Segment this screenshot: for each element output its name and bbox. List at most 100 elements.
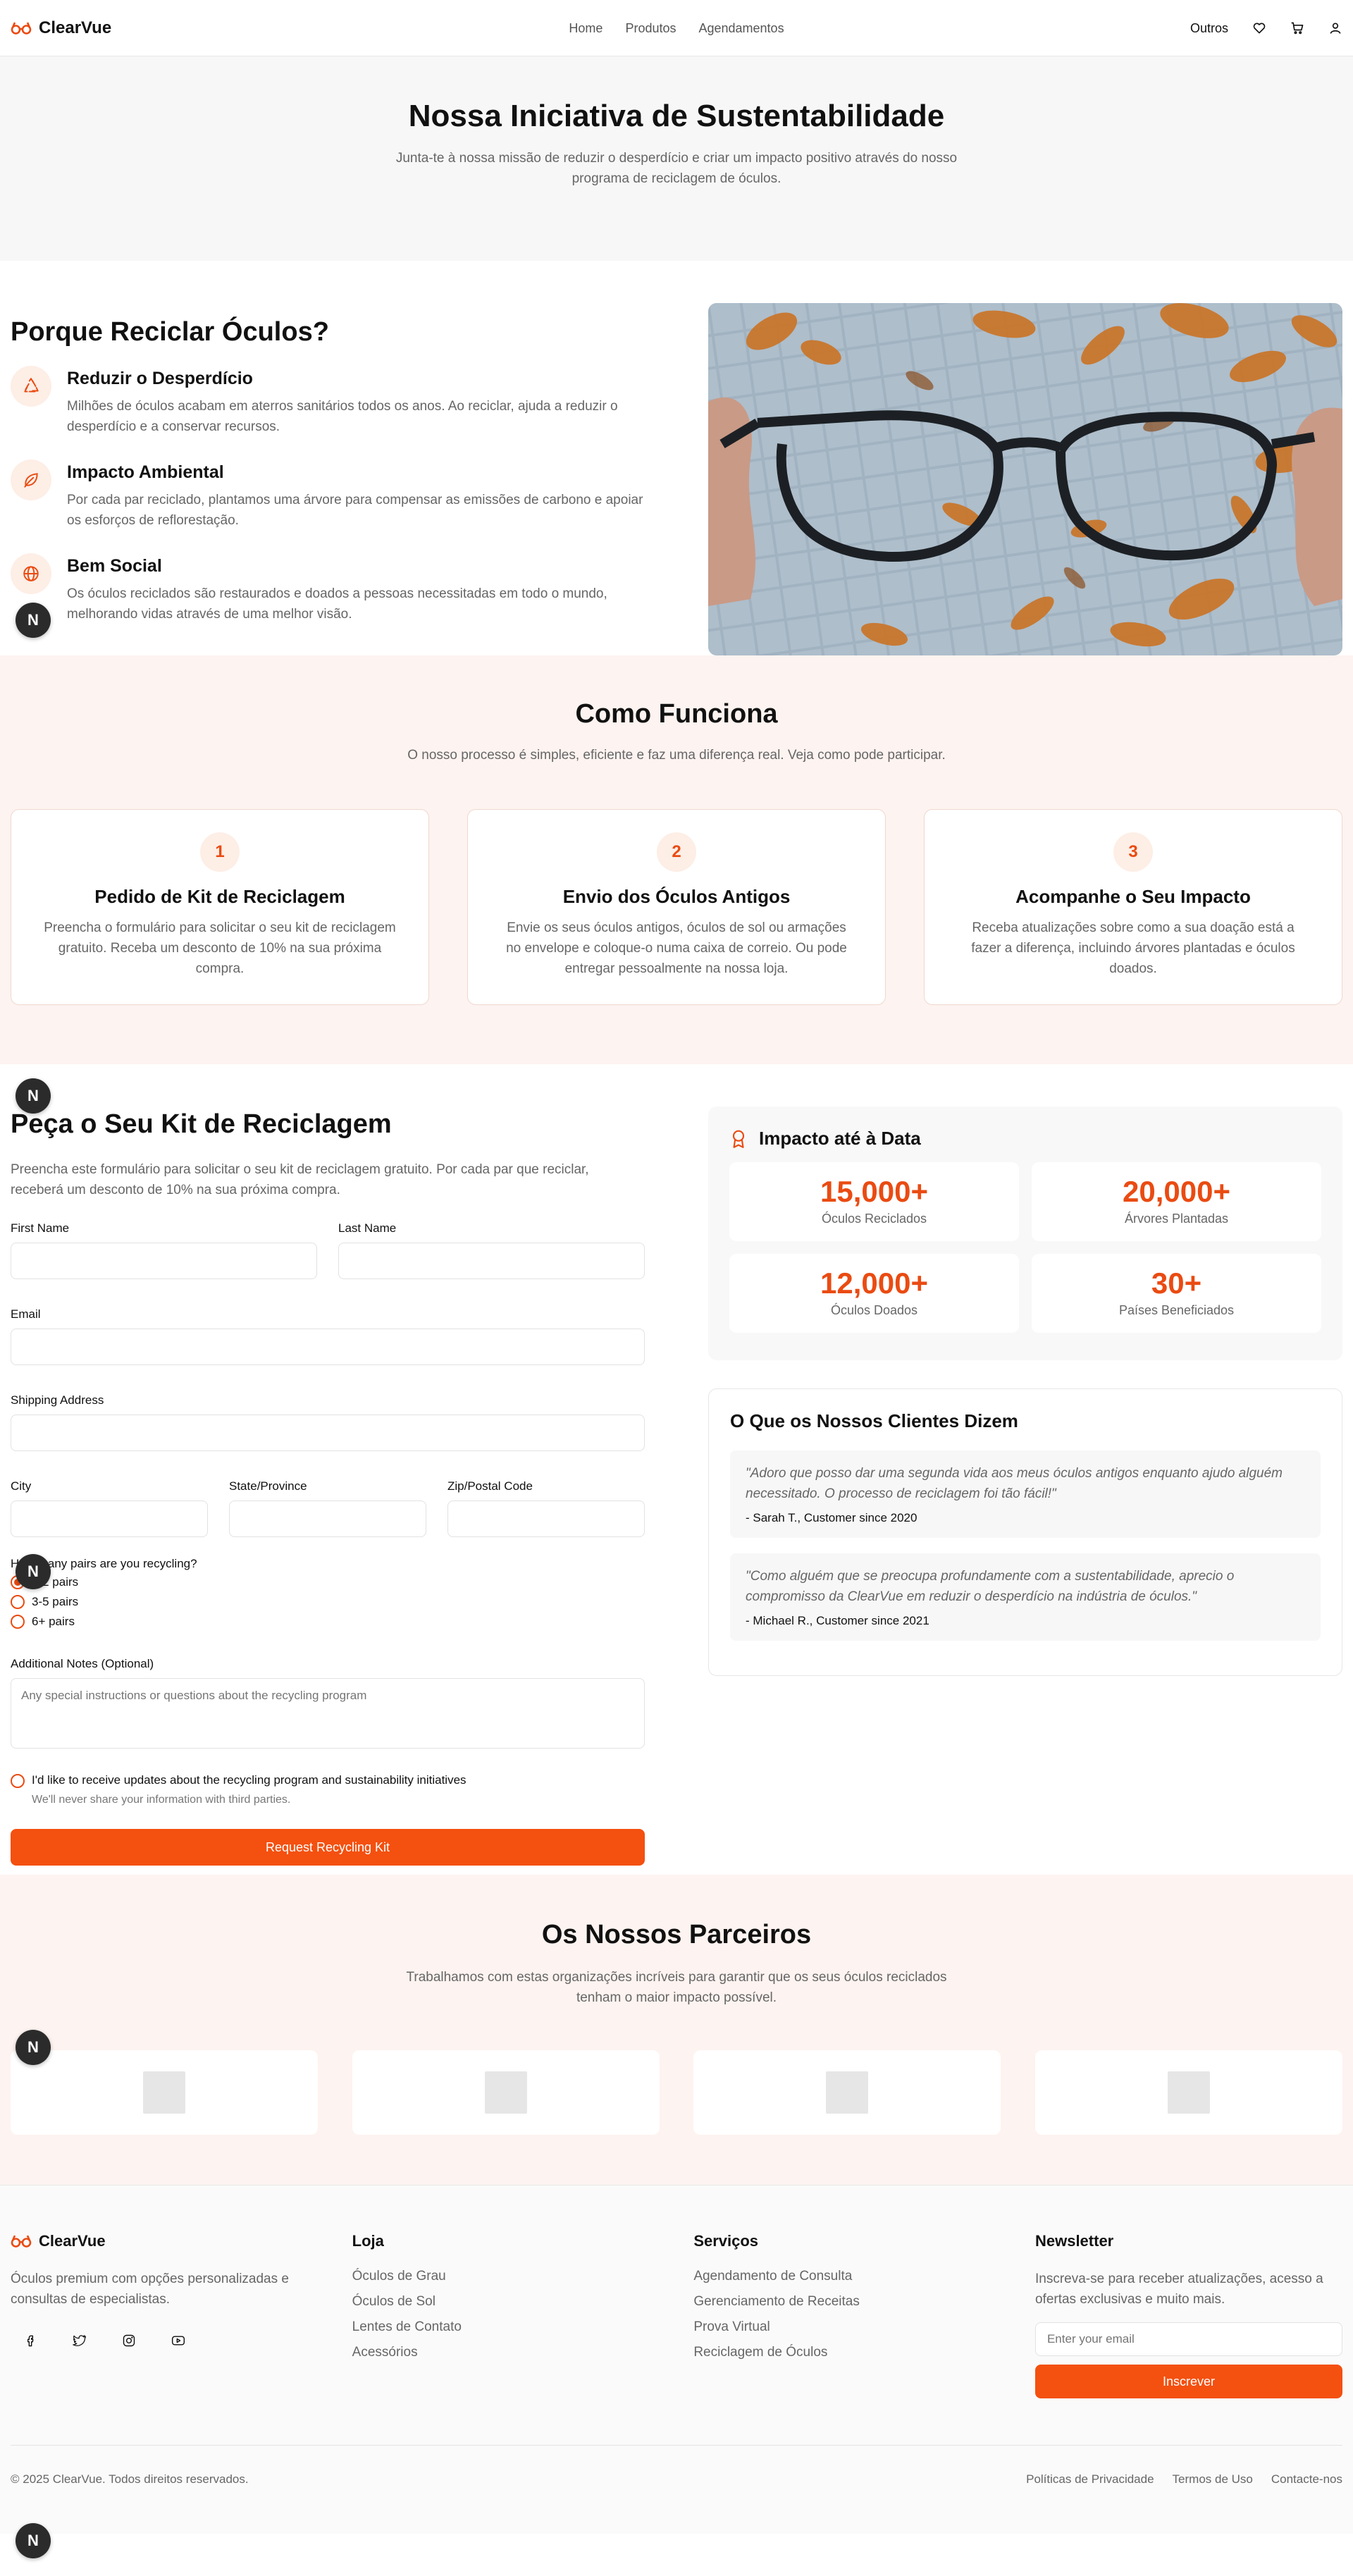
partner-card[interactable] xyxy=(11,2050,318,2135)
dev-indicator-badge[interactable]: N xyxy=(16,2030,51,2065)
radio-label: 3-5 pairs xyxy=(32,1595,79,1608)
radio-option-3-5[interactable]: 3-5 pairs xyxy=(11,1595,645,1609)
radio-button[interactable] xyxy=(11,1615,25,1629)
nav-others-menu[interactable]: Outros xyxy=(1190,21,1228,36)
step-card: 2 Envio dos Óculos Antigos Envie os seus… xyxy=(467,809,886,1005)
footer-bottom: © 2025 ClearVue. Todos direitos reservad… xyxy=(11,2445,1342,2486)
why-title: Porque Reciclar Óculos? xyxy=(11,317,329,347)
steps-list: 1 Pedido de Kit de Reciclagem Preencha o… xyxy=(11,809,1342,1005)
nav-actions: Outros xyxy=(1190,21,1342,36)
impact-stats: 15,000+ Óculos Reciclados 20,000+ Árvores … xyxy=(729,1162,1321,1333)
footer-link[interactable]: Agendamento de Consulta xyxy=(693,2269,1001,2284)
contact-link[interactable]: Contacte-nos xyxy=(1271,2472,1342,2486)
partner-logo-placeholder xyxy=(826,2071,869,2114)
footer-services-title: Serviços xyxy=(693,2232,759,2250)
footer-link[interactable]: Lentes de Contato xyxy=(352,2319,660,2335)
nav-link-home[interactable]: Home xyxy=(569,21,603,36)
twitter-icon[interactable] xyxy=(73,2334,87,2348)
shipping-address-field[interactable] xyxy=(11,1415,645,1451)
testimonials-title: O Que os Nossos Clientes Dizem xyxy=(730,1410,1018,1431)
footer-link[interactable]: Acessórios xyxy=(352,2345,660,2360)
copyright: © 2025 ClearVue. Todos direitos reservad… xyxy=(11,2472,249,2486)
nav-links: Home Produtos Agendamentos xyxy=(11,0,1342,56)
testimonial-author: - Sarah T., Customer since 2020 xyxy=(746,1511,918,1524)
dev-indicator-badge[interactable]: N xyxy=(16,1554,51,1589)
zip-field[interactable] xyxy=(447,1500,645,1537)
newsletter-email-input[interactable] xyxy=(1034,2322,1342,2356)
radio-button[interactable] xyxy=(11,1595,25,1609)
last-name-label: Last Name xyxy=(338,1221,397,1235)
step-number: 2 xyxy=(657,832,696,872)
facebook-icon[interactable] xyxy=(23,2334,37,2348)
privacy-link[interactable]: Políticas de Privacidade xyxy=(1026,2472,1154,2486)
partner-card[interactable] xyxy=(1034,2050,1342,2135)
request-kit-button[interactable]: Request Recycling Kit xyxy=(11,1829,645,1866)
stat-label: Óculos Reciclados xyxy=(821,1212,927,1226)
step-number: 1 xyxy=(200,832,240,872)
stat-donated: 12,000+ Óculos Doados xyxy=(729,1254,1019,1333)
footer-link[interactable]: Reciclagem de Óculos xyxy=(693,2345,1001,2360)
impact-card: Impacto até à Data 15,000+ Óculos Recicla… xyxy=(708,1107,1342,1360)
footer-link[interactable]: Óculos de Grau xyxy=(352,2269,660,2284)
partners-title: Os Nossos Parceiros xyxy=(541,1920,812,1949)
state-label: State/Province xyxy=(229,1479,307,1493)
feature-text: Milhões de óculos acabam em aterros sani… xyxy=(67,399,618,434)
step-card: 3 Acompanhe o Seu Impacto Receba atualiz… xyxy=(924,809,1342,1005)
glasses-icon xyxy=(11,2235,32,2248)
partner-card[interactable] xyxy=(693,2050,1001,2135)
stat-label: Países Beneficiados xyxy=(1118,1303,1235,1317)
dev-indicator-badge[interactable]: N xyxy=(16,1078,51,1114)
glasses-photo xyxy=(708,303,1342,655)
stat-value: 20,000+ xyxy=(1123,1175,1230,1208)
footer-link[interactable]: Gerenciamento de Receitas xyxy=(693,2294,1001,2310)
step-card: 1 Pedido de Kit de Reciclagem Preencha o… xyxy=(11,809,429,1005)
radio-option-6-plus[interactable]: 6+ pairs xyxy=(11,1615,645,1629)
cart-icon[interactable] xyxy=(1290,21,1304,35)
zip-label: Zip/Postal Code xyxy=(447,1479,533,1493)
why-recycle-section: Porque Reciclar Óculos? Reduzir o Desper… xyxy=(0,261,1353,655)
footer-link[interactable]: Prova Virtual xyxy=(693,2319,1001,2335)
partner-logo-placeholder xyxy=(484,2071,527,2114)
partners-section: Os Nossos Parceiros Trabalhamos com esta… xyxy=(0,1875,1353,2185)
top-navigation: ClearVue Home Produtos Agendamentos Outr… xyxy=(0,0,1353,56)
newsletter-text: Inscreva-se para receber atualizações, a… xyxy=(1034,2272,1323,2307)
privacy-note: We'll never share your information with … xyxy=(32,1794,291,1806)
step-number: 3 xyxy=(1113,832,1153,872)
youtube-icon[interactable] xyxy=(171,2334,185,2348)
testimonial: "Como alguém que se preocupa profundamen… xyxy=(730,1553,1321,1641)
partner-card[interactable] xyxy=(352,2050,660,2135)
partners-subtitle: Trabalhamos com estas organizações incrí… xyxy=(406,1970,947,2005)
notes-textarea[interactable] xyxy=(11,1678,645,1749)
footer-shop: Loja Óculos de Grau Óculos de Sol Lentes… xyxy=(352,2232,660,2398)
footer-brand[interactable]: ClearVue xyxy=(11,2232,318,2250)
feature-icon-wrapper xyxy=(11,460,51,500)
dev-indicator-badge[interactable]: N xyxy=(16,603,51,638)
consent-checkbox[interactable] xyxy=(11,1774,25,1788)
brand-logo[interactable]: ClearVue xyxy=(11,18,111,38)
instagram-icon[interactable] xyxy=(122,2334,136,2348)
first-name-field[interactable] xyxy=(11,1243,317,1279)
updates-consent[interactable]: I'd like to receive updates about the re… xyxy=(11,1773,645,1788)
footer-about-text: Óculos premium com opções personalizadas… xyxy=(11,2272,289,2307)
testimonial-quote: "Como alguém que se preocupa profundamen… xyxy=(746,1569,1235,1604)
state-field[interactable] xyxy=(229,1500,426,1537)
terms-link[interactable]: Termos de Uso xyxy=(1173,2472,1253,2486)
city-label: City xyxy=(11,1479,32,1493)
kit-intro: Preencha este formulário para solicitar … xyxy=(11,1162,589,1197)
nav-link-produtos[interactable]: Produtos xyxy=(625,21,676,36)
pairs-question: How many pairs are you recycling? xyxy=(11,1557,197,1570)
heart-icon[interactable] xyxy=(1252,21,1266,35)
partners-list xyxy=(11,2050,1342,2135)
dev-indicator-badge[interactable]: N xyxy=(16,2523,51,2558)
footer-shop-title: Loja xyxy=(352,2232,384,2250)
footer-link[interactable]: Óculos de Sol xyxy=(352,2294,660,2310)
email-field[interactable] xyxy=(11,1329,645,1365)
subscribe-button[interactable]: Inscrever xyxy=(1034,2365,1342,2398)
partner-logo-placeholder xyxy=(1167,2071,1210,2114)
radio-option-1-2[interactable]: 1-2 pairs xyxy=(11,1575,645,1589)
step-text: Receba atualizações sobre como a sua doa… xyxy=(971,920,1295,976)
last-name-field[interactable] xyxy=(338,1243,645,1279)
city-field[interactable] xyxy=(11,1500,208,1537)
nav-link-agendamentos[interactable]: Agendamentos xyxy=(698,21,784,36)
user-icon[interactable] xyxy=(1328,21,1342,35)
